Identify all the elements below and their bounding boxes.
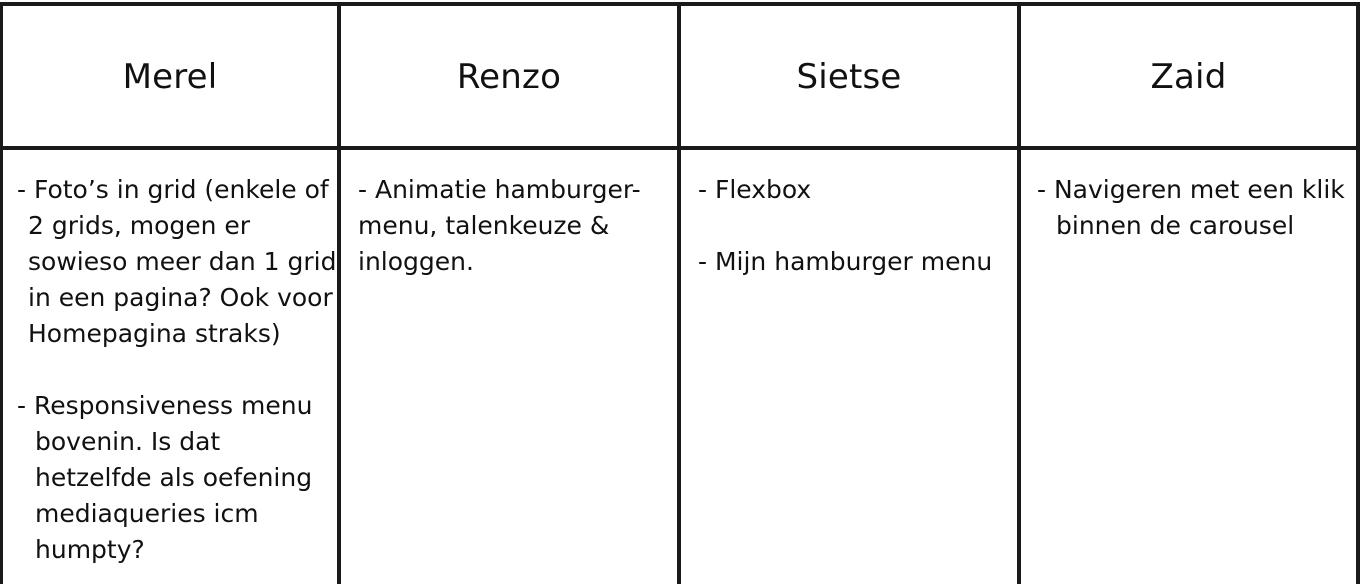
zaid-note-1-line-1: - Navigeren met een klik <box>1037 175 1345 204</box>
sietse-note-1-line-1: - Flexbox <box>698 175 812 204</box>
merel-note-2-line-4: mediaqueries icm <box>35 499 259 528</box>
zaid-note-1-line-2: binnen de carousel <box>1056 211 1295 240</box>
header-merel: Merel <box>122 57 218 97</box>
renzo-note-1-line-3: inloggen. <box>358 247 474 276</box>
sietse-note-2: - Mijn hamburger menu <box>698 244 1016 280</box>
merel-note-2-line-5: humpty? <box>35 535 145 564</box>
sietse-notes: - Flexbox - Mijn hamburger menu <box>698 150 1016 584</box>
renzo-notes: - Animatie hamburger- menu, talenkeuze &… <box>358 150 676 584</box>
sietse-note-2-line-1: - Mijn hamburger menu <box>698 247 993 276</box>
header-sietse: Sietse <box>796 57 902 97</box>
header-renzo: Renzo <box>456 57 562 97</box>
header-zaid: Zaid <box>1150 57 1227 97</box>
merel-note-1-line-4: in een pagina? Ook voor <box>28 283 333 312</box>
renzo-note-1-line-1: - Animatie hamburger- <box>358 175 641 204</box>
merel-note-1-line-1: - Foto’s in grid (enkele of <box>17 175 329 204</box>
merel-note-1-line-3: sowieso meer dan 1 grid <box>28 247 337 276</box>
renzo-note-1-line-2: menu, talenkeuze & <box>358 211 610 240</box>
merel-note-1: - Foto’s in grid (enkele of 2 grids, mog… <box>17 172 337 352</box>
zaid-notes: - Navigeren met een klik binnen de carou… <box>1037 150 1355 584</box>
merel-note-1-line-5: Homepagina straks) <box>28 319 281 348</box>
renzo-note-1: - Animatie hamburger- menu, talenkeuze &… <box>358 172 676 280</box>
table-right-border <box>1356 2 1360 584</box>
merel-note-2: - Responsiveness menu bovenin. Is dat he… <box>17 388 337 568</box>
merel-note-2-line-2: bovenin. Is dat <box>35 427 221 456</box>
merel-notes: - Foto’s in grid (enkele of 2 grids, mog… <box>17 150 337 584</box>
sietse-note-1: - Flexbox <box>698 172 1016 208</box>
task-table: Merel Renzo Sietse Zaid - Foto’s in grid… <box>0 0 1360 584</box>
zaid-note-1: - Navigeren met een klik binnen de carou… <box>1037 172 1355 244</box>
merel-note-2-line-1: - Responsiveness menu <box>17 391 313 420</box>
merel-note-2-line-3: hetzelfde als oefening <box>35 463 313 492</box>
merel-note-1-line-2: 2 grids, mogen er <box>28 211 251 240</box>
